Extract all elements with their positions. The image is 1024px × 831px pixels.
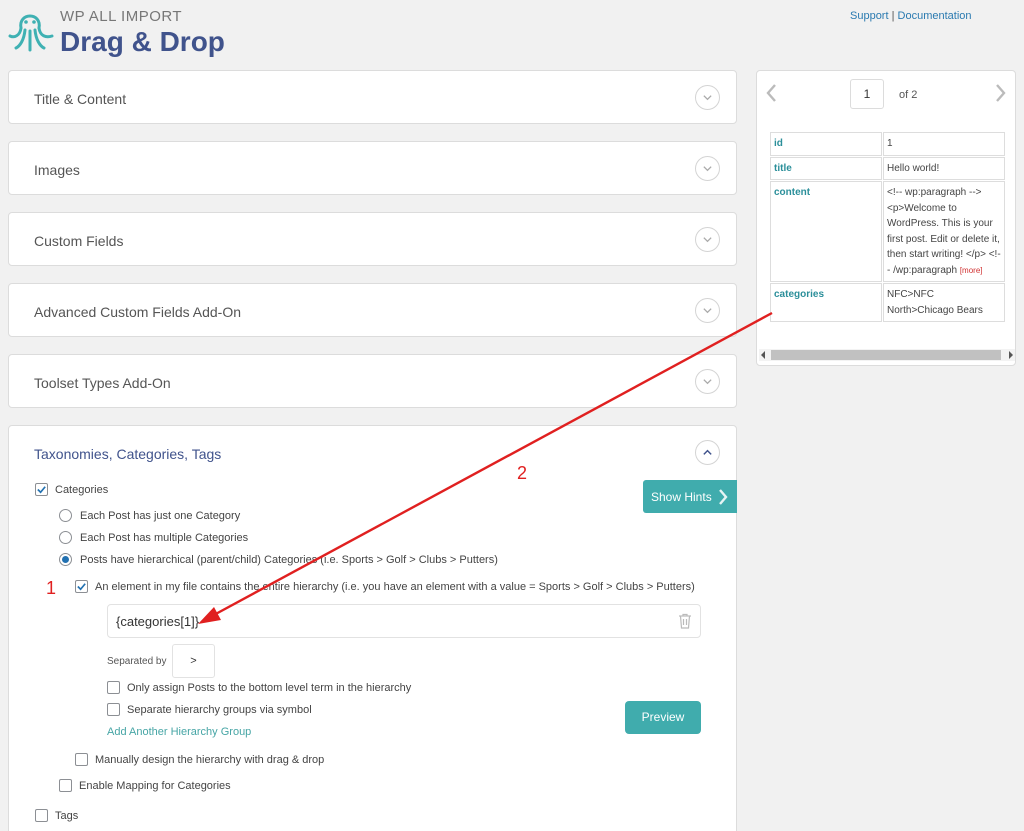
radio-multiple-categories-label: Each Post has multiple Categories bbox=[80, 531, 249, 544]
annotation-step-1: 1 bbox=[46, 578, 57, 598]
panel-taxonomies: Taxonomies, Categories, Tags Categories … bbox=[8, 425, 737, 831]
tags-label: Tags bbox=[55, 809, 79, 822]
field-key[interactable]: id bbox=[770, 132, 882, 156]
panel-title: Toolset Types Add-On bbox=[34, 375, 171, 391]
panel-title: Title & Content bbox=[34, 91, 127, 107]
preview-button[interactable]: Preview bbox=[625, 701, 701, 734]
bottom-level-checkbox[interactable] bbox=[107, 681, 120, 694]
record-preview-panel: 1 of 2 id 1 title Hello world! content <… bbox=[756, 70, 1016, 366]
panel-custom-fields[interactable]: Custom Fields bbox=[8, 212, 737, 266]
radio-one-category[interactable] bbox=[59, 509, 72, 522]
more-link[interactable]: [more] bbox=[960, 266, 983, 275]
link-separator: | bbox=[891, 10, 895, 22]
bottom-level-row: Only assign Posts to the bottom level te… bbox=[107, 681, 411, 694]
categories-label: Categories bbox=[55, 483, 109, 496]
page-number-input[interactable]: 1 bbox=[850, 79, 884, 109]
radio-multiple-categories[interactable] bbox=[59, 531, 72, 544]
separated-by-label: Separated by bbox=[107, 656, 167, 667]
hierarchy-element-value: {categories[1]} bbox=[116, 614, 200, 629]
separator-input[interactable]: > bbox=[172, 644, 215, 678]
categories-checkbox-row: Categories bbox=[35, 483, 108, 496]
panel-title: Custom Fields bbox=[34, 233, 124, 249]
chevron-down-icon[interactable] bbox=[695, 227, 720, 252]
panel-title: Advanced Custom Fields Add-On bbox=[34, 304, 241, 320]
chevron-up-icon[interactable] bbox=[695, 440, 720, 465]
panel-title: Images bbox=[34, 162, 80, 178]
radio-multiple-categories-row: Each Post has multiple Categories bbox=[59, 531, 248, 544]
chevron-down-icon[interactable] bbox=[695, 85, 720, 110]
panel-acf-addon[interactable]: Advanced Custom Fields Add-On bbox=[8, 283, 737, 337]
chevron-down-icon[interactable] bbox=[695, 156, 720, 181]
manual-design-row: Manually design the hierarchy with drag … bbox=[75, 753, 324, 766]
show-hints-label: Show Hints bbox=[651, 489, 712, 504]
panel-title[interactable]: Taxonomies, Categories, Tags bbox=[34, 446, 221, 462]
support-link[interactable]: Support bbox=[850, 10, 889, 22]
tags-checkbox[interactable] bbox=[35, 809, 48, 822]
octopus-logo-icon bbox=[8, 14, 54, 52]
radio-hierarchical-label: Posts have hierarchical (parent/child) C… bbox=[80, 553, 498, 566]
table-row: title Hello world! bbox=[770, 156, 1005, 180]
radio-one-category-row: Each Post has just one Category bbox=[59, 509, 240, 522]
element-hierarchy-row: An element in my file contains the entir… bbox=[75, 580, 695, 593]
record-data-table: id 1 title Hello world! content <!-- wp:… bbox=[769, 131, 1006, 323]
trash-icon[interactable] bbox=[678, 613, 692, 629]
manual-design-label: Manually design the hierarchy with drag … bbox=[95, 753, 325, 766]
panel-toolset-types[interactable]: Toolset Types Add-On bbox=[8, 354, 737, 408]
panel-images[interactable]: Images bbox=[8, 141, 737, 195]
show-hints-button[interactable]: Show Hints bbox=[643, 480, 737, 513]
separate-groups-row: Separate hierarchy groups via symbol bbox=[107, 703, 312, 716]
field-key[interactable]: categories bbox=[770, 283, 882, 322]
bottom-level-label: Only assign Posts to the bottom level te… bbox=[127, 681, 412, 694]
enable-mapping-row: Enable Mapping for Categories bbox=[59, 779, 231, 792]
check-icon bbox=[77, 583, 86, 591]
chevron-left-icon[interactable] bbox=[765, 83, 777, 103]
field-value: Hello world! bbox=[883, 156, 1005, 180]
field-value: 1 bbox=[883, 132, 1005, 156]
enable-mapping-checkbox[interactable] bbox=[59, 779, 72, 792]
element-hierarchy-label: An element in my file contains the entir… bbox=[95, 580, 695, 593]
scroll-right-arrow[interactable] bbox=[1009, 351, 1013, 359]
check-icon bbox=[37, 486, 46, 494]
scroll-thumb[interactable] bbox=[771, 350, 1001, 360]
chevron-right-icon bbox=[718, 488, 728, 505]
add-hierarchy-group-link[interactable]: Add Another Hierarchy Group bbox=[107, 726, 251, 738]
brand-title: Drag & Drop bbox=[60, 26, 225, 57]
chevron-down-icon[interactable] bbox=[695, 298, 720, 323]
field-value: NFC>NFC North>Chicago Bears bbox=[883, 283, 1005, 322]
field-key[interactable]: title bbox=[770, 156, 882, 180]
categories-checkbox[interactable] bbox=[35, 483, 48, 496]
page-count-label: of 2 bbox=[899, 89, 918, 101]
tags-row: Tags bbox=[35, 809, 78, 822]
top-links: Support | Documentation bbox=[850, 10, 972, 22]
scroll-left-arrow[interactable] bbox=[761, 351, 765, 359]
element-hierarchy-checkbox[interactable] bbox=[75, 580, 88, 593]
radio-one-category-label: Each Post has just one Category bbox=[80, 509, 241, 522]
field-key[interactable]: content bbox=[770, 181, 882, 282]
panel-title-content[interactable]: Title & Content bbox=[8, 70, 737, 124]
separate-groups-checkbox[interactable] bbox=[107, 703, 120, 716]
horizontal-scrollbar[interactable] bbox=[759, 349, 1015, 361]
radio-hierarchical-row: Posts have hierarchical (parent/child) C… bbox=[59, 553, 498, 566]
brand-subtitle: WP ALL IMPORT bbox=[60, 8, 183, 25]
table-row: id 1 bbox=[770, 132, 1005, 156]
annotation-step-2: 2 bbox=[517, 463, 528, 483]
chevron-down-icon[interactable] bbox=[695, 369, 720, 394]
radio-hierarchical[interactable] bbox=[59, 553, 72, 566]
chevron-right-icon[interactable] bbox=[995, 83, 1007, 103]
documentation-link[interactable]: Documentation bbox=[898, 10, 972, 22]
table-row: content <!-- wp:paragraph --> <p>Welcome… bbox=[770, 181, 1005, 282]
hierarchy-element-input[interactable]: {categories[1]} bbox=[107, 604, 701, 638]
field-value-cell: <!-- wp:paragraph --> <p>Welcome to Word… bbox=[883, 181, 1005, 282]
enable-mapping-label: Enable Mapping for Categories bbox=[79, 779, 231, 792]
manual-design-checkbox[interactable] bbox=[75, 753, 88, 766]
separate-groups-label: Separate hierarchy groups via symbol bbox=[127, 703, 312, 716]
field-value: <!-- wp:paragraph --> <p>Welcome to Word… bbox=[887, 187, 1001, 276]
table-row: categories NFC>NFC North>Chicago Bears bbox=[770, 283, 1005, 322]
